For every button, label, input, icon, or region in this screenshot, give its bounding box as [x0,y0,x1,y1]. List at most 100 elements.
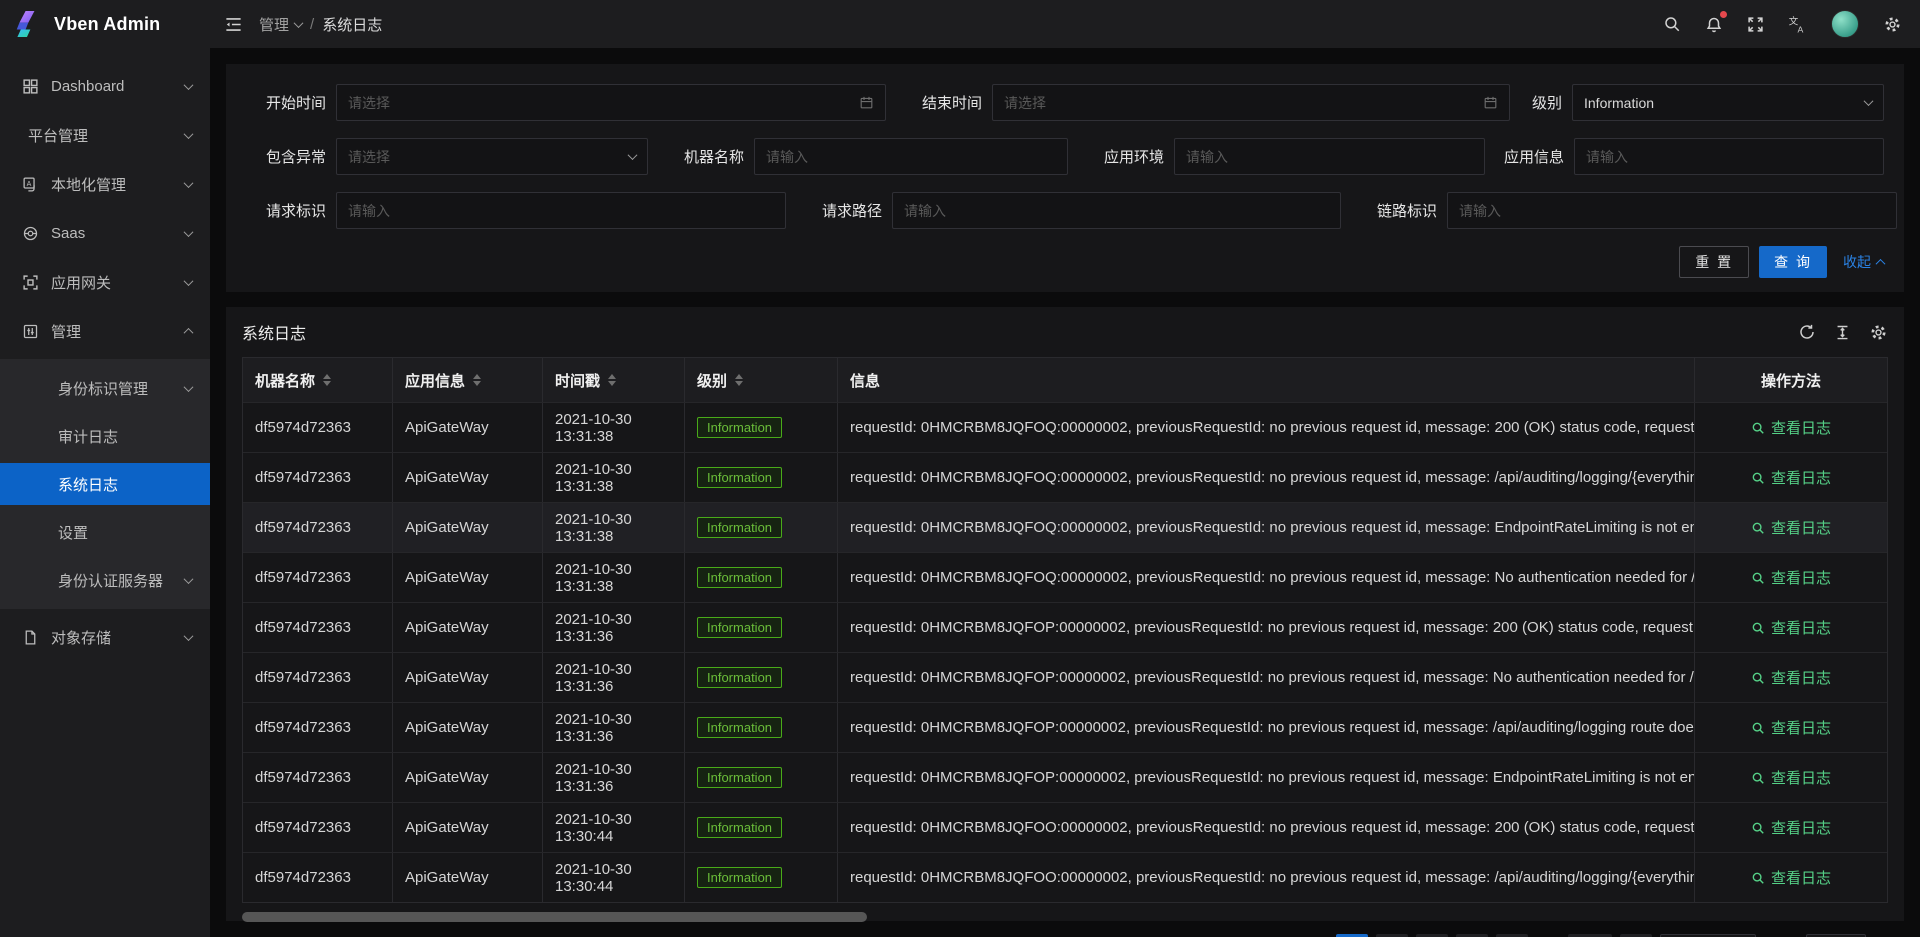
sidebar-item-1[interactable]: Dashboard [0,65,210,107]
table-header-bar: 系统日志 [242,307,1888,357]
view-log-label: 查看日志 [1771,517,1831,538]
level-cell: Information [685,653,838,702]
bell-icon[interactable] [1705,15,1723,34]
timestamp-cell: 2021-10-30 13:30:44 [543,853,685,902]
view-log-link[interactable]: 查看日志 [1751,817,1831,838]
view-log-link[interactable]: 查看日志 [1751,467,1831,488]
select-input[interactable]: Information [1572,84,1884,121]
select-input[interactable]: 请选择 [336,138,648,175]
sidebar-item-4[interactable]: Saas [0,212,210,254]
machine-cell: df5974d72363 [243,453,393,502]
text-input[interactable]: 请输入 [754,138,1068,175]
main-area: 管理 / 系统日志 文A [210,0,1920,937]
machine-cell: df5974d72363 [243,553,393,602]
date-input[interactable]: 请选择 [992,84,1510,121]
sidebar-item-5[interactable]: 应用网关 [0,261,210,303]
magnifier-icon [1751,671,1765,685]
translate-icon[interactable]: 文A [1788,15,1807,34]
column-header-机器名称[interactable]: 机器名称 [243,358,393,402]
view-log-link[interactable]: 查看日志 [1751,667,1831,688]
app-cell: ApiGateWay [393,453,543,502]
message-text: requestId: 0HMCRBM8JQFOQ:00000002, previ… [850,519,1695,536]
filter-panel: 开始时间请选择结束时间请选择级别Information包含异常请选择机器名称请输… [226,64,1904,292]
level-badge: Information [697,467,782,488]
filter-field: 应用信息请输入 [1500,138,1884,175]
level-badge: Information [697,817,782,838]
breadcrumb: 管理 / 系统日志 [259,14,382,35]
text-input[interactable]: 请输入 [1174,138,1485,175]
view-log-link[interactable]: 查看日志 [1751,717,1831,738]
action-cell: 查看日志 [1695,653,1887,702]
date-input[interactable]: 请选择 [336,84,886,121]
scrollbar-thumb[interactable] [242,912,867,922]
table-panel: 系统日志 机器名称应用信息时间戳级别信息操作方法df5974d72363A [226,307,1904,921]
magnifier-icon [1751,871,1765,885]
vben-logo-icon [14,9,44,39]
column-header-应用信息[interactable]: 应用信息 [393,358,543,402]
fullscreen-icon[interactable] [1747,16,1764,33]
app-cell: ApiGateWay [393,403,543,452]
submenu-item-1[interactable]: 身份标识管理 [0,367,210,409]
text-input[interactable]: 请输入 [336,192,786,229]
level-cell: Information [685,503,838,552]
sidebar-item-6[interactable]: 管理 [0,310,210,352]
level-cell: Information [685,753,838,802]
breadcrumb-parent[interactable]: 管理 [259,14,302,35]
search-icon[interactable] [1663,15,1681,33]
submenu-item-4[interactable]: 设置 [0,511,210,553]
refresh-icon[interactable] [1798,323,1816,341]
view-log-link[interactable]: 查看日志 [1751,417,1831,438]
submenu-item-2[interactable]: 审计日志 [0,415,210,457]
text-input[interactable]: 请输入 [1447,192,1897,229]
settings-gear-icon[interactable] [1883,15,1902,34]
sort-carets-icon [608,374,616,386]
filter-field: 请求标识请输入 [246,192,786,229]
filter-row-1: 开始时间请选择结束时间请选择级别Information [246,84,1884,121]
sidebar-item-label: Dashboard [51,78,173,95]
column-header-级别[interactable]: 级别 [685,358,838,402]
view-log-link[interactable]: 查看日志 [1751,617,1831,638]
view-log-label: 查看日志 [1771,867,1831,888]
column-header-时间戳[interactable]: 时间戳 [543,358,685,402]
view-log-link[interactable]: 查看日志 [1751,567,1831,588]
chevron-down-icon [184,574,194,584]
message-cell: requestId: 0HMCRBM8JQFOQ:00000002, previ… [838,553,1695,602]
logo[interactable]: Vben Admin [0,0,210,48]
search-button[interactable]: 查 询 [1759,246,1827,278]
text-input[interactable]: 请输入 [892,192,1341,229]
machine-cell: df5974d72363 [243,753,393,802]
machine-cell: df5974d72363 [243,403,393,452]
sidebar-item-7[interactable]: 对象存储 [0,616,210,658]
reset-button[interactable]: 重 置 [1679,246,1749,278]
view-log-label: 查看日志 [1771,617,1831,638]
sort-carets-icon [323,374,331,386]
collapse-link[interactable]: 收起 [1843,252,1884,272]
row-height-icon[interactable] [1834,324,1851,341]
filter-field: 应用环境请输入 [1068,138,1485,175]
view-log-link[interactable]: 查看日志 [1751,517,1831,538]
menu-fold-icon[interactable] [224,15,243,34]
magnifier-icon [1751,571,1765,585]
horizontal-scrollbar [242,912,1888,922]
message-text: requestId: 0HMCRBM8JQFOP:00000002, previ… [850,619,1695,636]
app-cell: ApiGateWay [393,603,543,652]
text-input[interactable]: 请输入 [1574,138,1884,175]
timestamp-cell: 2021-10-30 13:31:36 [543,653,685,702]
filter-field: 结束时间请选择 [886,84,1510,121]
breadcrumb-separator: / [310,16,314,33]
app-title: Vben Admin [54,14,160,35]
submenu-item-3[interactable]: 系统日志 [0,463,210,505]
view-log-link[interactable]: 查看日志 [1751,867,1831,888]
view-log-link[interactable]: 查看日志 [1751,767,1831,788]
timestamp-cell: 2021-10-30 13:31:36 [543,753,685,802]
column-settings-icon[interactable] [1869,323,1888,342]
filter-label: 应用信息 [1500,146,1574,167]
table-toolbar [1798,323,1888,342]
sidebar-item-3[interactable]: A本地化管理 [0,163,210,205]
submenu-item-5[interactable]: 身份认证服务器 [0,559,210,601]
magnifier-icon [1751,521,1765,535]
sidebar-item-2[interactable]: 平台管理 [0,114,210,156]
svg-text:A: A [1798,24,1804,34]
input-placeholder: 请选择 [1004,93,1475,113]
avatar[interactable] [1831,10,1859,38]
